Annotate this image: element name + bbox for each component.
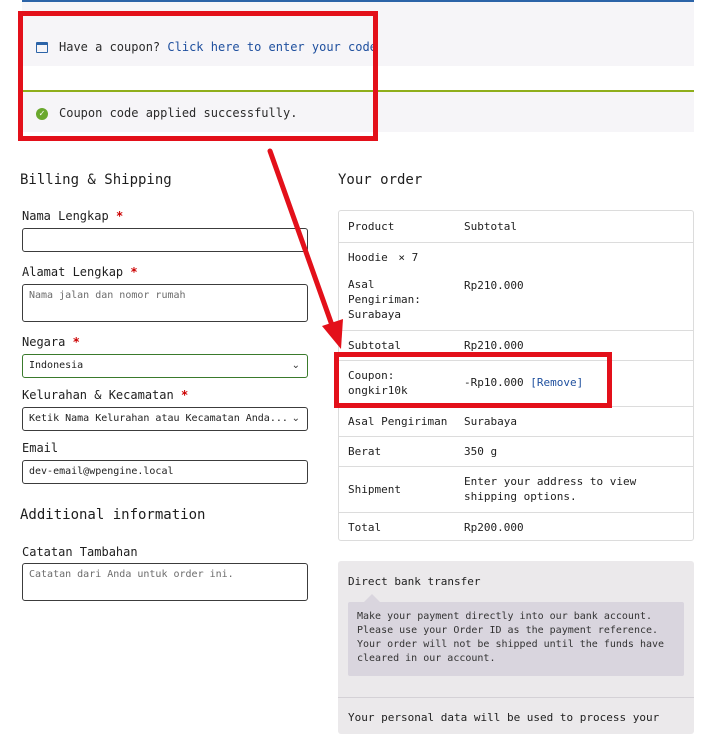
table-row-total: Total Rp200.000	[339, 512, 693, 541]
privacy-notice: Your personal data will be used to proce…	[348, 711, 660, 724]
additional-info-title: Additional information	[20, 507, 206, 523]
item-meta-value: Surabaya	[348, 308, 401, 321]
chevron-down-icon: ⌄	[291, 413, 300, 424]
item-meta-label: Asal Pengiriman:	[348, 278, 421, 306]
calendar-icon	[36, 42, 48, 53]
nama-label: Nama Lengkap *	[22, 209, 124, 223]
order-review-table: Product Subtotal Hoodie × 7 Asal Pengiri…	[338, 210, 694, 541]
catatan-label: Catatan Tambahan	[22, 545, 138, 559]
remove-coupon-link[interactable]: [Remove]	[530, 376, 583, 389]
header-subtotal: Subtotal	[464, 220, 517, 233]
table-row-coupon: Coupon: ongkir10k -Rp10.000 [Remove]	[339, 360, 693, 406]
email-label: Email	[22, 441, 59, 455]
check-circle-icon: ✓	[36, 108, 48, 120]
payment-section: Direct bank transfer Make your payment d…	[338, 561, 694, 734]
nama-lengkap-input[interactable]	[22, 228, 308, 252]
coupon-info-notice: Have a coupon? Click here to enter your …	[22, 0, 694, 66]
table-row-subtotal: Subtotal Rp210.000	[339, 330, 693, 360]
kelurahan-label: Kelurahan & Kecamatan *	[22, 388, 189, 402]
coupon-discount: -Rp10.000	[464, 376, 524, 389]
table-row-shipment: Shipment Enter your address to view ship…	[339, 466, 693, 512]
alamat-lengkap-textarea[interactable]: Nama jalan dan nomor rumah	[22, 284, 308, 322]
table-row-berat: Berat 350 g	[339, 436, 693, 466]
coupon-code: ongkir10k	[348, 384, 408, 397]
item-quantity: × 7	[398, 251, 419, 264]
item-price: Rp210.000	[464, 279, 524, 292]
chevron-down-icon: ⌄	[291, 360, 300, 371]
alamat-label: Alamat Lengkap *	[22, 265, 138, 279]
payment-description: Make your payment directly into our bank…	[348, 594, 684, 676]
email-field[interactable]: dev-email@wpengine.local	[22, 460, 308, 484]
enter-coupon-link[interactable]: Click here to enter your code	[167, 40, 377, 54]
negara-label: Negara *	[22, 335, 80, 349]
coupon-prompt-text: Have a coupon?	[59, 40, 161, 54]
table-row-asal: Asal Pengiriman Surabaya	[339, 406, 693, 436]
table-row-item: Hoodie × 7 Asal Pengiriman: Surabaya Rp2…	[339, 242, 693, 330]
catatan-textarea[interactable]: Catatan dari Anda untuk order ini.	[22, 563, 308, 601]
payment-method-label[interactable]: Direct bank transfer	[348, 575, 480, 588]
coupon-success-text: Coupon code applied successfully.	[59, 106, 298, 120]
billing-title: Billing & Shipping	[20, 172, 172, 188]
coupon-label: Coupon:	[348, 369, 395, 382]
kelurahan-select[interactable]: Ketik Nama Kelurahan atau Kecamatan Anda…	[22, 407, 308, 431]
negara-select[interactable]: Indonesia ⌄	[22, 354, 308, 378]
coupon-success-notice: ✓ Coupon code applied successfully.	[22, 90, 694, 132]
table-header-row: Product Subtotal	[339, 211, 693, 242]
payment-divider	[338, 697, 694, 698]
header-product: Product	[348, 220, 395, 233]
order-title: Your order	[338, 172, 423, 188]
item-name: Hoodie	[348, 251, 388, 264]
